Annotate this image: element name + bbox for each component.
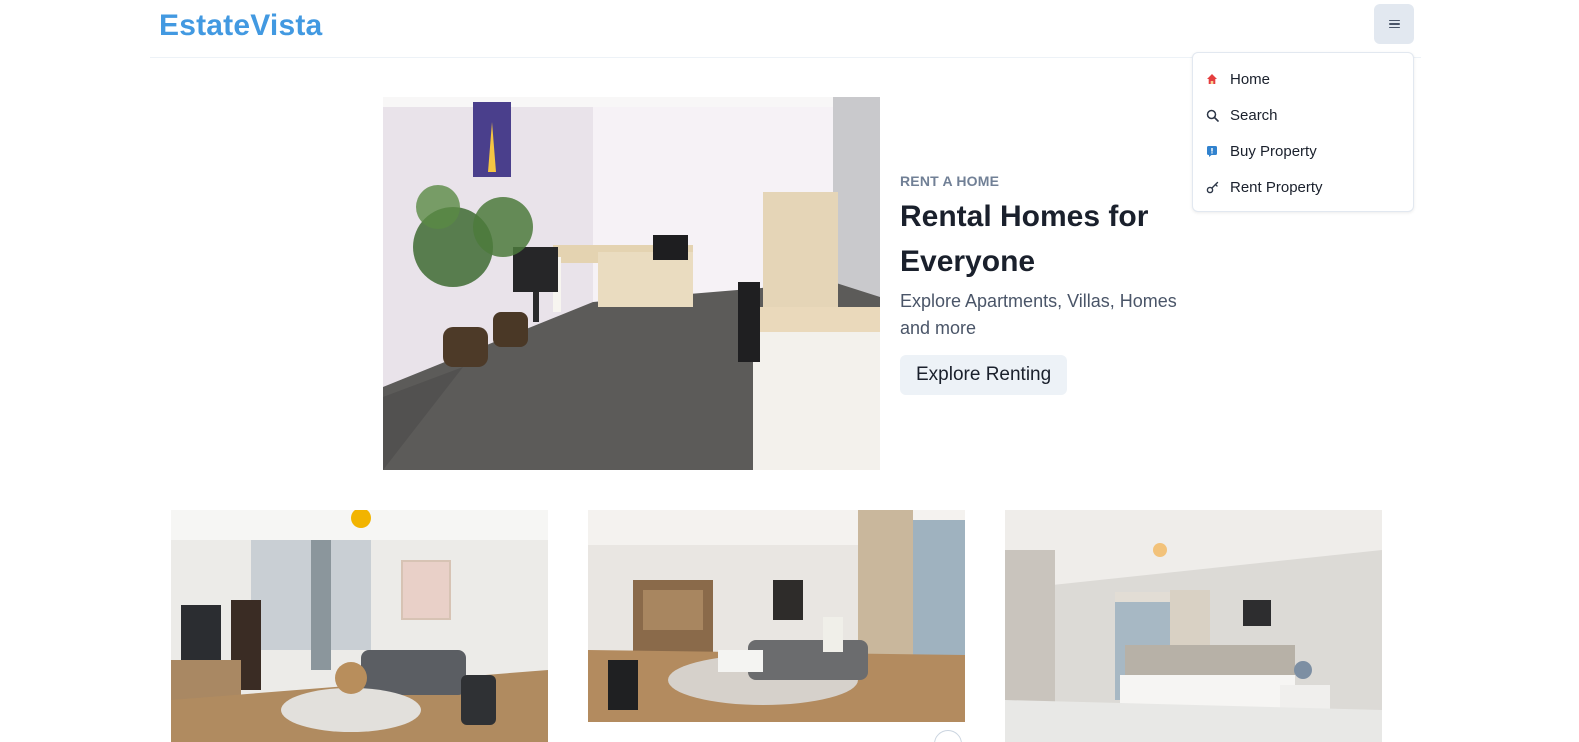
key-icon xyxy=(1205,180,1219,194)
menu-item-home[interactable]: Home xyxy=(1193,61,1413,97)
menu-item-buy-property[interactable]: Buy Property xyxy=(1193,133,1413,169)
menu-item-search[interactable]: Search xyxy=(1193,97,1413,133)
hero-description: Explore Apartments, Villas, Homes and mo… xyxy=(900,291,1177,338)
menu-item-label: Buy Property xyxy=(1230,142,1317,160)
navbar: EstateVista xyxy=(150,0,1421,58)
hero-image xyxy=(383,97,880,470)
hero-title: Rental Homes for Everyone xyxy=(900,200,1149,278)
menu-button[interactable] xyxy=(1374,4,1414,44)
menu-item-label: Rent Property xyxy=(1230,178,1323,196)
hero-content: RENT A HOME Rental Homes for Everyone Ex… xyxy=(900,170,1200,395)
search-icon xyxy=(1205,108,1219,122)
menu-item-rent-property[interactable]: Rent Property xyxy=(1193,169,1413,205)
home-icon xyxy=(1205,72,1219,86)
menu-item-label: Search xyxy=(1230,106,1278,124)
brand-logo[interactable]: EstateVista xyxy=(159,9,322,43)
listing-card-image[interactable] xyxy=(171,510,548,742)
hero-eyebrow: RENT A HOME xyxy=(900,173,1000,189)
explore-renting-button[interactable]: Explore Renting xyxy=(900,355,1068,395)
listing-card-image[interactable] xyxy=(1005,510,1382,742)
info-tag-icon xyxy=(1205,144,1219,158)
hamburger-icon xyxy=(1388,19,1400,29)
menu-item-label: Home xyxy=(1230,70,1271,88)
listing-card-image[interactable] xyxy=(588,510,965,722)
carousel-control[interactable] xyxy=(934,730,962,742)
nav-dropdown-menu: Home Search Buy Property Rent Property xyxy=(1192,52,1414,212)
